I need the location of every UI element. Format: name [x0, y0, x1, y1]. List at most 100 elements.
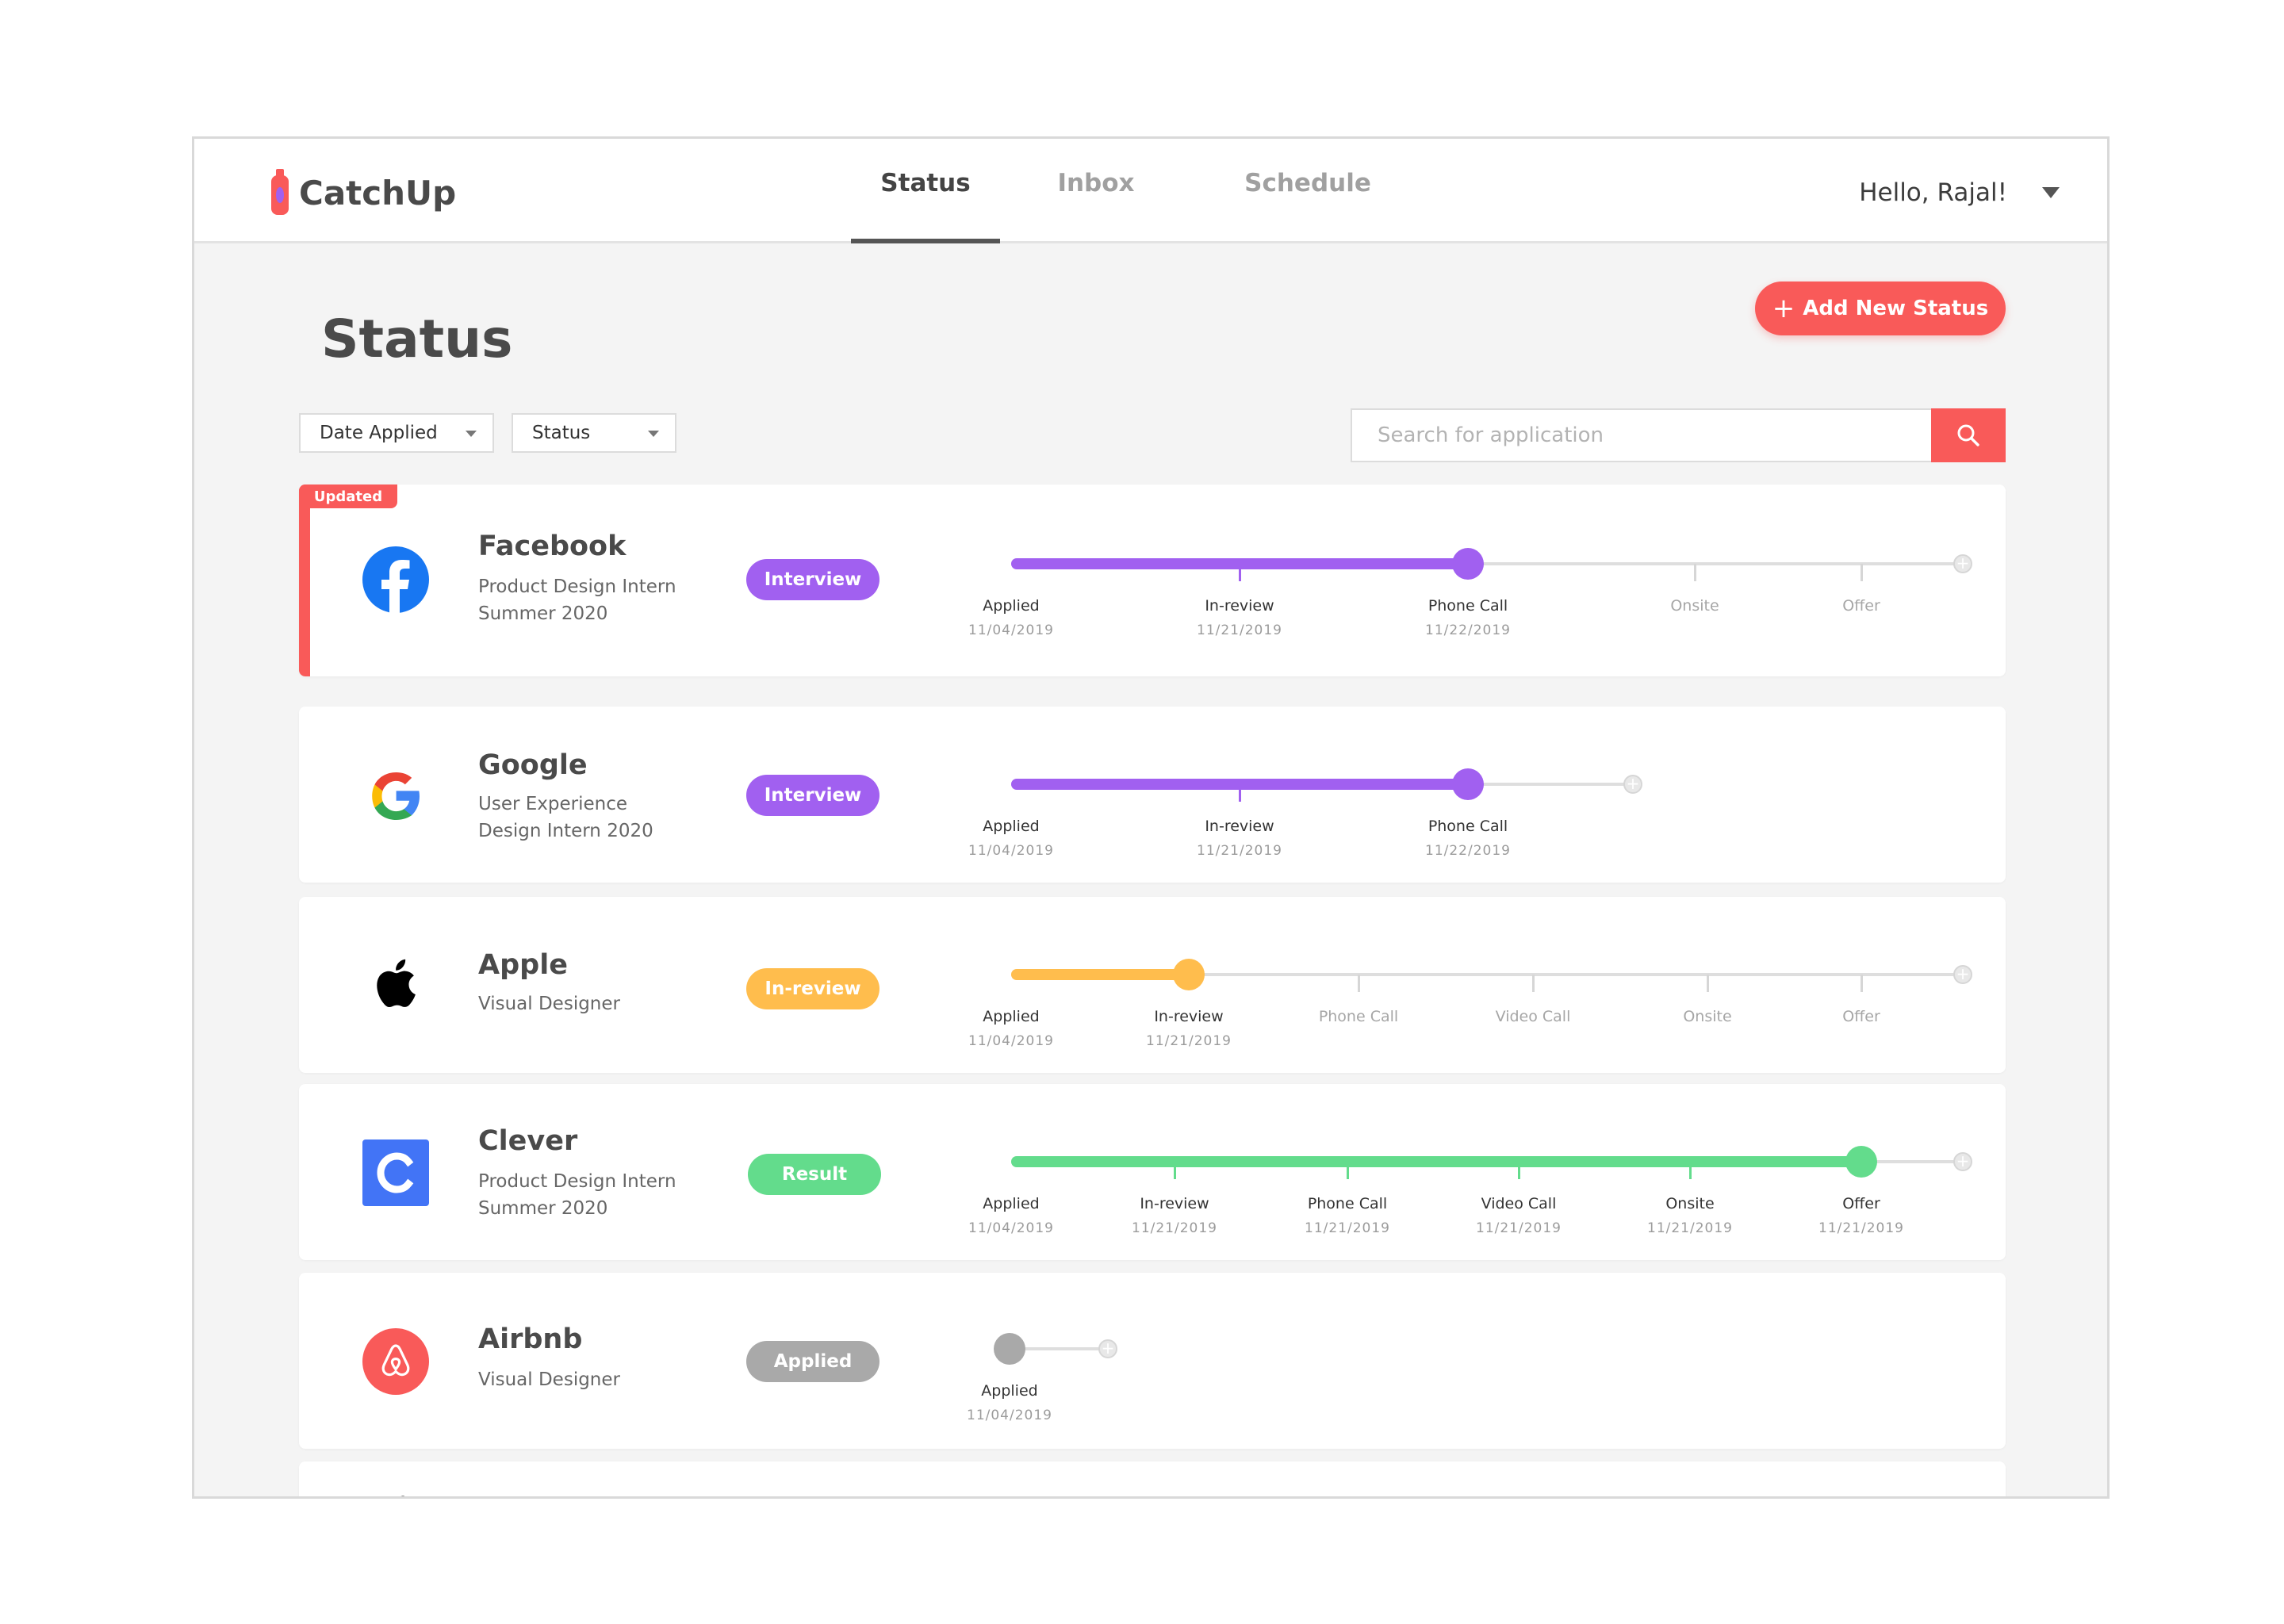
application-card-google[interactable]: Google User Experience Design Intern 202…: [299, 707, 2006, 883]
add-stage-icon[interactable]: +: [1953, 554, 1972, 573]
app-window: CatchUp Status Inbox Schedule Hello, Raj…: [192, 136, 2110, 1499]
timeline-progress: [1011, 1156, 1861, 1167]
stage-label: In-review: [1140, 1195, 1209, 1212]
user-greeting[interactable]: Hello, Rajal!: [1859, 178, 2007, 207]
timeline: Applied 11/04/2019 In-review 11/21/2019 Phon…: [299, 1084, 2006, 1260]
timeline-tick: [1358, 975, 1360, 992]
stage-label: Applied: [983, 1195, 1040, 1212]
chevron-down-icon: [466, 431, 477, 437]
timeline-tick: [1518, 1166, 1520, 1179]
timeline-tick: [1689, 1166, 1692, 1179]
add-stage-icon[interactable]: +: [1953, 1152, 1972, 1171]
stage-date: 11/04/2019: [968, 1033, 1054, 1049]
stage-label: Phone Call: [1428, 597, 1508, 615]
stage-label: Applied: [983, 818, 1040, 835]
stage-label: Onsite: [1665, 1195, 1715, 1212]
date-applied-filter-label: Date Applied: [320, 423, 438, 443]
stage-date: 11/21/2019: [1197, 622, 1282, 638]
timeline-tick: [1239, 789, 1241, 802]
application-card-apple[interactable]: Apple Visual Designer In-review Applied 1…: [299, 897, 2006, 1073]
add-new-status-button[interactable]: + Add New Status: [1755, 282, 2006, 335]
partial-logo-icon: [395, 1494, 408, 1496]
timeline-current-dot: [1452, 548, 1484, 580]
app-name: CatchUp: [299, 173, 457, 213]
stage-label: In-review: [1205, 818, 1274, 835]
timeline-current-dot: [994, 1333, 1025, 1365]
timeline-progress: [1011, 969, 1189, 980]
stage-label: Offer: [1842, 1195, 1880, 1212]
status-filter-label: Status: [532, 423, 591, 443]
stage-label: Offer: [1842, 1008, 1880, 1025]
timeline-tick: [1239, 569, 1241, 581]
search-button[interactable]: [1931, 408, 2006, 462]
page-title: Status: [321, 308, 513, 370]
stage-date: 11/22/2019: [1425, 843, 1511, 859]
timeline: Applied 11/04/2019 +: [299, 1273, 2006, 1449]
stage-label: Video Call: [1481, 1195, 1557, 1212]
stage-date: 11/22/2019: [1425, 622, 1511, 638]
stage-date: 11/21/2019: [1197, 843, 1282, 859]
timeline-tick: [1861, 975, 1863, 992]
stage-date: 11/21/2019: [1132, 1220, 1217, 1236]
timeline-tick: [1532, 975, 1535, 992]
stage-label: Phone Call: [1307, 1195, 1388, 1212]
timeline-tick: [1707, 975, 1709, 992]
stage-label: Applied: [983, 597, 1040, 615]
timeline: Applied 11/04/2019 In-review 11/21/2019 Phon…: [299, 897, 2006, 1073]
stage-label: Phone Call: [1318, 1008, 1399, 1025]
stage-date: 11/04/2019: [967, 1408, 1052, 1423]
application-card-airbnb[interactable]: Airbnb Visual Designer Applied Applied 11…: [299, 1273, 2006, 1449]
timeline: Applied 11/04/2019 In-review 11/21/2019 Phon…: [299, 485, 2006, 676]
status-filter[interactable]: Status: [512, 413, 676, 453]
stage-label: In-review: [1154, 1008, 1224, 1025]
application-card-facebook[interactable]: Updated Facebook Product Design Intern S…: [299, 485, 2006, 676]
chevron-down-icon: [648, 431, 659, 437]
add-new-status-label: Add New Status: [1803, 297, 1989, 320]
timeline-tick: [1174, 1166, 1176, 1179]
timeline-tick: [1347, 1166, 1349, 1179]
tab-inbox-label: Inbox: [1057, 169, 1135, 197]
timeline-progress: [1011, 779, 1468, 790]
timeline-current-dot: [1452, 768, 1484, 800]
app-logo[interactable]: CatchUp: [269, 169, 456, 216]
timeline-current-dot: [1173, 959, 1205, 990]
stage-label: Onsite: [1670, 597, 1719, 615]
stage-date: 11/21/2019: [1818, 1220, 1904, 1236]
user-menu-dropdown-icon[interactable]: [2042, 187, 2060, 198]
add-stage-icon[interactable]: +: [1098, 1339, 1117, 1358]
tab-status-label: Status: [880, 169, 971, 197]
add-stage-icon[interactable]: +: [1953, 965, 1972, 984]
stage-label: In-review: [1205, 597, 1274, 615]
tab-status[interactable]: Status: [851, 169, 1000, 243]
tab-schedule[interactable]: Schedule: [1236, 169, 1379, 243]
application-card-clever[interactable]: Clever Product Design Intern Summer 2020…: [299, 1084, 2006, 1260]
tab-schedule-label: Schedule: [1244, 169, 1371, 197]
timeline: Applied 11/04/2019 In-review 11/21/2019 Phon…: [299, 707, 2006, 883]
stage-label: Video Call: [1495, 1008, 1571, 1025]
date-applied-filter[interactable]: Date Applied: [299, 413, 494, 453]
stage-date: 11/21/2019: [1146, 1033, 1232, 1049]
stage-date: 11/21/2019: [1647, 1220, 1733, 1236]
plus-icon: +: [1772, 293, 1795, 324]
timeline-progress: [1011, 558, 1468, 569]
timeline-tick: [1861, 564, 1863, 581]
search-input[interactable]: [1352, 410, 1933, 461]
top-nav-bar: CatchUp Status Inbox Schedule Hello, Raj…: [194, 139, 2107, 243]
stage-label: Onsite: [1683, 1008, 1732, 1025]
stage-date: 11/21/2019: [1305, 1220, 1390, 1236]
stage-label: Applied: [981, 1382, 1038, 1400]
timeline-current-dot: [1845, 1146, 1877, 1178]
add-stage-icon[interactable]: +: [1623, 775, 1642, 794]
stage-label: Phone Call: [1428, 818, 1508, 835]
search-icon: [1957, 424, 1979, 446]
application-card-partial[interactable]: [299, 1461, 2006, 1496]
timeline-tick: [1694, 564, 1696, 581]
search-box: [1351, 408, 1933, 462]
tab-inbox[interactable]: Inbox: [1037, 169, 1155, 243]
stage-date: 11/04/2019: [968, 1220, 1054, 1236]
bottle-logo-icon: [271, 169, 289, 215]
stage-date: 11/04/2019: [968, 843, 1054, 859]
stage-label: Applied: [983, 1008, 1040, 1025]
stage-label: Offer: [1842, 597, 1880, 615]
stage-date: 11/21/2019: [1476, 1220, 1562, 1236]
